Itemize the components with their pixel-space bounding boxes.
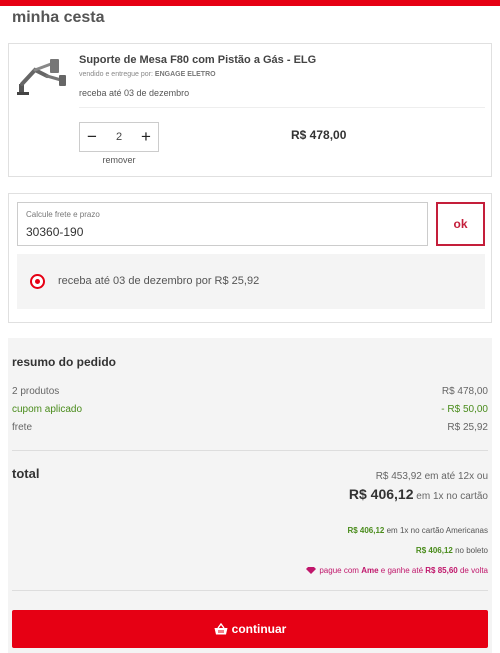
product-delivery-estimate: receba até 03 de dezembro [79,88,190,98]
ame-diamond-icon [306,567,317,574]
summary-row-label: cupom aplicado [12,404,83,415]
ame-suffix: de volta [459,566,488,575]
shipping-option[interactable]: receba até 03 de dezembro por R$ 25,92 [17,254,485,309]
card-amount: R$ 406,12 [347,526,385,535]
installments-price: R$ 453,92 em até 12x ou [376,471,488,482]
zip-code-label: Calcule frete e prazo [26,210,100,219]
radio-selected-dot [35,279,40,284]
summary-row-value: R$ 478,00 [441,386,488,397]
cash-amount: R$ 406,12 [348,486,414,502]
card-text: em 1x no cartão Americanas [386,526,488,535]
shipping-option-text: receba até 03 de dezembro por R$ 25,92 [58,275,260,287]
order-summary: resumo do pedido 2 produtos R$ 478,00 cu… [8,338,492,653]
summary-row-shipping: frete R$ 25,92 [12,422,488,436]
ame-cashback-line[interactable]: pague com Ame e ganhe até R$ 85,60 de vo… [306,566,488,575]
installments-text: em até 12x ou [424,471,488,482]
ame-cashback-amount: R$ 85,60 [425,566,458,575]
divider [79,107,485,108]
increase-quantity-button[interactable]: + [134,123,158,151]
divider [12,590,488,591]
zip-code-field[interactable]: Calcule frete e prazo [17,202,428,246]
summary-row-value: - R$ 50,00 [441,404,488,415]
shipping-option-radio[interactable] [30,274,45,289]
monitor-arm-thumbnail[interactable] [17,56,67,96]
boleto-amount: R$ 406,12 [415,546,453,555]
cash-text: em 1x no cartão [416,491,488,502]
quantity-stepper: − 2 + [79,122,159,152]
shipping-calculator: Calcule frete e prazo ok receba até 03 d… [8,193,492,323]
installments-amount: R$ 453,92 [375,471,422,482]
boleto-text: no boleto [455,546,488,555]
product-name[interactable]: Suporte de Mesa F80 com Pistão a Gás - E… [79,54,316,66]
summary-title: resumo do pedido [12,355,117,369]
cart-item-card: Suporte de Mesa F80 com Pistão a Gás - E… [8,43,492,177]
ame-prefix: pague com [319,566,359,575]
ame-middle: e ganhe até [380,566,424,575]
ame-brand: Ame [361,566,379,575]
continue-label: continuar [231,622,287,636]
cash-price: R$ 406,12 em 1x no cartão [349,486,488,502]
summary-row-label: frete [12,422,33,433]
zip-code-input[interactable] [26,223,416,241]
basket-icon [214,623,228,635]
summary-row-coupon: cupom aplicado - R$ 50,00 [12,404,488,418]
seller-prefix: vendido e entregue por: [79,71,153,78]
decrease-quantity-button[interactable]: − [80,123,104,151]
seller-name: ENGAGE ELETRO [154,71,216,78]
continue-button[interactable]: continuar [12,610,488,648]
card-price-line: R$ 406,12 em 1x no cartão Americanas [347,526,488,535]
summary-row-products: 2 produtos R$ 478,00 [12,386,488,400]
boleto-price-line: R$ 406,12 no boleto [416,546,488,555]
total-label: total [12,466,40,481]
calculate-shipping-ok-button[interactable]: ok [436,202,485,246]
product-price: R$ 478,00 [291,128,347,142]
summary-row-label: 2 produtos [12,386,60,397]
remove-item-link[interactable]: remover [79,155,159,165]
top-brand-bar [0,0,500,6]
seller-info: vendido e entregue por: ENGAGE ELETRO [79,71,216,78]
divider [12,450,488,451]
summary-row-value: R$ 25,92 [447,422,488,433]
page-title: minha cesta [12,9,105,26]
quantity-value[interactable]: 2 [104,123,134,151]
